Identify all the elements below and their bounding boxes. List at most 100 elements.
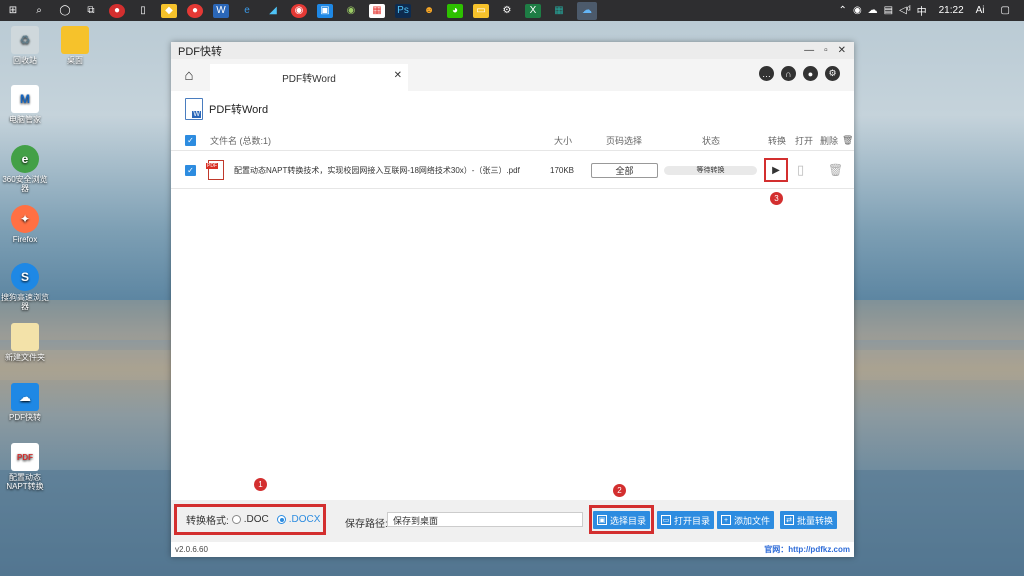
ai-icon[interactable]: Ai (976, 5, 985, 16)
excel-icon[interactable]: X (525, 3, 541, 18)
folder-icon (61, 26, 89, 54)
open-file-icon[interactable]: ▯ (797, 162, 804, 178)
desktop-icon-pdf-kuaizhuan[interactable]: ☁ PDF快转 (0, 383, 50, 422)
desktop-icon-360-browser[interactable]: e 360安全浏览器 (0, 145, 50, 193)
settings-icon[interactable]: ⚙ (499, 4, 515, 18)
choose-directory-button[interactable]: ▣ 选择目录 (593, 511, 651, 529)
open-directory-button[interactable]: ▭ 打开目录 (657, 511, 715, 529)
image-viewer-icon[interactable]: ▦ (369, 3, 385, 18)
folder-icon[interactable]: ▭ (473, 3, 489, 18)
chrome-icon[interactable]: ◉ (291, 3, 307, 18)
desktop-icon-desktop-folder[interactable]: 桌面 (50, 26, 100, 65)
recycle-bin-icon: ♻ (11, 26, 39, 54)
column-status: 状态 (702, 136, 721, 146)
desktop-icon-new-folder[interactable]: 新建文件夹 (0, 323, 50, 362)
radio-docx[interactable] (276, 515, 286, 524)
desktop-icon-sogou-browser[interactable]: S 搜狗高速浏览器 (0, 263, 50, 311)
notification-icon[interactable]: ▢ (1001, 5, 1010, 16)
desktop-icon-label: 搜狗高速浏览器 (1, 293, 49, 311)
file-checkbox[interactable]: ✓ (185, 164, 196, 176)
tab-pdf-to-word[interactable]: PDF转Word ✕ (210, 64, 408, 91)
pc-manager-icon: M (11, 85, 39, 113)
home-icon[interactable]: ⌂ (171, 59, 207, 91)
app-red-icon[interactable]: ● (109, 3, 125, 18)
section-header: W PDF转Word (171, 94, 854, 124)
radio-doc[interactable] (231, 515, 241, 524)
save-icon: ▣ (597, 515, 607, 525)
desktop-icon-pdf-file[interactable]: PDF 配置动态NAPT转换 (0, 443, 50, 491)
desktop-icon-recycle-bin[interactable]: ♻ 回收站 (0, 26, 50, 65)
app-icon[interactable]: ◢ (265, 4, 281, 18)
security-icon[interactable]: ◉ (853, 5, 862, 16)
window-titlebar[interactable]: PDF快转 — ▫ ✕ (171, 42, 854, 59)
close-icon[interactable]: ✕ (838, 45, 846, 56)
network-icon[interactable]: ▤ (884, 5, 893, 16)
save-path-input[interactable]: 保存到桌面 (387, 512, 583, 527)
windows-start-icon[interactable]: ⊞ (5, 4, 21, 18)
desktop-icon-label: 360安全浏览器 (2, 175, 48, 193)
delete-file-icon[interactable]: 🗑 (828, 163, 843, 177)
step-badge-2: 2 (613, 484, 626, 497)
column-open: 打开 (795, 136, 814, 146)
clock[interactable]: 21:22 (933, 5, 970, 16)
status-indicator: 等待转换 (664, 165, 757, 175)
photos-icon[interactable]: ▣ (317, 3, 333, 18)
pdf-kuaizhuan-icon: ☁ (11, 383, 39, 411)
desktop-icon-label: Firefox (12, 235, 38, 244)
maximize-icon[interactable]: ▫ (824, 45, 828, 56)
file-name: 配置动态NAPT转换技术，实现校园网接入互联网-18网络技术30x）-（张三）.… (234, 165, 520, 175)
notepad-icon[interactable]: ▯ (135, 4, 151, 18)
add-file-button[interactable]: + 添加文件 (717, 511, 775, 529)
pdf-kuaizhuan-window: PDF快转 — ▫ ✕ ⌂ PDF转Word ✕ … ∩ ● ⚙ W PDF转W… (171, 42, 854, 557)
word-icon[interactable]: W (213, 3, 229, 18)
column-convert: 转换 (768, 136, 787, 146)
360-browser-icon: e (11, 145, 39, 173)
desktop-icon-label: 电脑管家 (9, 115, 41, 124)
photoshop-icon[interactable]: Ps (395, 3, 411, 18)
weibo-icon[interactable]: ● (187, 3, 203, 18)
desktop-icon-label: PDF快转 (9, 413, 41, 422)
option-doc-label[interactable]: .DOC (244, 514, 269, 525)
tab-close-icon[interactable]: ✕ (394, 70, 402, 81)
chevron-up-icon[interactable]: ⌃ (839, 5, 847, 16)
cortana-icon[interactable]: ◯ (57, 4, 73, 18)
taskbar: ⊞ ⌕ ◯ ⧉ ● ▯ ◆ ● W e ◢ ◉ ▣ ◉ ▦ Ps ☻ ◕ ▭ ⚙… (0, 0, 1024, 21)
headset-icon[interactable]: ∩ (781, 66, 796, 81)
trash-icon[interactable]: 🗑 (842, 135, 853, 146)
game-icon[interactable]: ☻ (421, 4, 437, 18)
minimize-icon[interactable]: — (804, 45, 814, 56)
sogou-browser-icon: S (11, 263, 39, 291)
pdf-kuaizhuan-taskbar-icon[interactable]: ☁ (577, 1, 597, 20)
edge-icon[interactable]: e (239, 4, 255, 18)
wechat-icon[interactable]: ◕ (447, 3, 463, 18)
website-link[interactable]: 官网：http://pdfkz.com (764, 544, 850, 555)
app-icon[interactable]: ◆ (161, 3, 177, 18)
bottom-toolbar: 转换格式: .DOC .DOCX 保存路径: 保存到桌面 ▣ 选择目录 ▭ 打开… (171, 500, 854, 542)
user-icon[interactable]: ● (803, 66, 818, 81)
column-delete: 删除 (820, 136, 839, 146)
search-icon[interactable]: ⌕ (31, 4, 47, 18)
desktop-icon-label: 新建文件夹 (5, 353, 45, 362)
desktop-icon-pc-manager[interactable]: M 电脑管家 (0, 85, 50, 124)
tab-bar: ⌂ PDF转Word ✕ … ∩ ● ⚙ (171, 59, 854, 91)
chat-icon[interactable]: … (759, 66, 774, 81)
tab-label: PDF转Word (282, 74, 336, 85)
batch-convert-button[interactable]: ⇄ 批量转换 (780, 511, 838, 529)
volume-icon[interactable]: ◁ᵈ (899, 5, 910, 16)
ime-indicator[interactable]: 中 (917, 3, 927, 18)
option-docx-label[interactable]: .DOCX (289, 514, 321, 525)
select-all-checkbox[interactable]: ✓ (185, 135, 196, 146)
page-selection-button[interactable]: 全部 (591, 162, 658, 178)
pdf-file-icon: PDF (11, 443, 39, 471)
step-badge-1: 1 (254, 478, 267, 491)
app-icon[interactable]: ▦ (551, 4, 567, 18)
gear-icon[interactable]: ⚙ (825, 66, 840, 81)
convert-play-button[interactable]: ▶ (764, 158, 788, 182)
file-row[interactable]: ✓ PDF 配置动态NAPT转换技术，实现校园网接入互联网-18网络技术30x）… (171, 152, 854, 189)
pdf-file-icon: PDF (206, 160, 224, 180)
cloud-icon[interactable]: ☁ (868, 5, 878, 16)
app-icon[interactable]: ◉ (343, 4, 359, 18)
desktop-icon-label: 配置动态NAPT转换 (6, 473, 44, 491)
task-view-icon[interactable]: ⧉ (83, 4, 99, 18)
desktop-icon-firefox[interactable]: ✦ Firefox (0, 205, 50, 244)
